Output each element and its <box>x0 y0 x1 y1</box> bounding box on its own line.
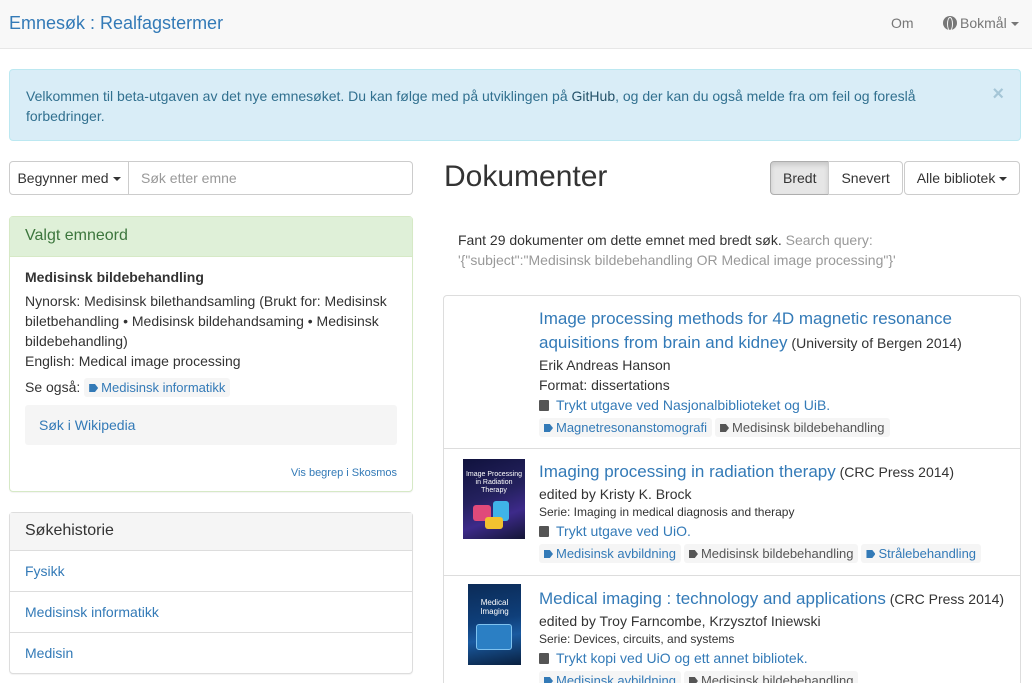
scope-button-group: Bredt Snevert Alle bibliotek <box>770 161 1021 195</box>
caret-down-icon <box>112 177 121 182</box>
subject-tag-label: Medisinsk bildebehandling <box>700 673 854 683</box>
cover-title: Image Processing in Radiation Therapy <box>465 471 523 494</box>
wikipedia-link[interactable]: Søk i Wikipedia <box>25 405 397 445</box>
language-label: Bokmål <box>960 15 1007 31</box>
document-item: Medical Imaging Medical imaging : techno… <box>444 576 1020 683</box>
document-editor: edited by Troy Farncombe, Krzysztof Inie… <box>539 613 821 629</box>
navbar: Emnesøk : Realfagstermer Om Bokmål <box>0 0 1032 49</box>
see-also-tag-label: Medisinsk informatikk <box>101 380 226 395</box>
library-label: Alle bibliotek <box>916 170 996 186</box>
subject-tag-label: Strålebehandling <box>878 546 977 561</box>
selected-term-heading: Valgt emneord <box>10 217 412 257</box>
subject-tag-label: Medisinsk avbildning <box>556 546 676 561</box>
document-author: Erik Andreas Hanson <box>539 357 671 373</box>
search-group: Begynner med <box>9 161 413 195</box>
document-tags: Medisinsk avbildning Medisinsk bildebehan… <box>539 544 1009 563</box>
history-item[interactable]: Fysikk <box>10 551 412 592</box>
search-mode-label: Begynner med <box>17 170 109 186</box>
search-history-heading: Søkehistorie <box>10 513 412 551</box>
result-count-text: Fant 29 dokumenter om dette emnet med br… <box>458 232 782 248</box>
term-name: Medisinsk bildebehandling <box>25 269 204 285</box>
document-publisher: (CRC Press 2014) <box>839 464 954 480</box>
documents-heading: Dokumenter <box>444 160 608 193</box>
availability-link[interactable]: Trykt kopi ved UiO og ett annet bibliote… <box>539 648 1009 668</box>
caret-down-icon <box>1010 22 1019 27</box>
document-series: Serie: Imaging in medical diagnosis and … <box>539 505 795 519</box>
book-icon <box>539 400 549 411</box>
availability-link[interactable]: Trykt utgave ved Nasjonalbiblioteket og … <box>539 395 1009 415</box>
document-series: Serie: Devices, circuits, and systems <box>539 632 735 646</box>
subject-tag-label: Magnetresonanstomografi <box>556 420 708 435</box>
document-format: Format: dissertations <box>539 377 670 393</box>
broad-button[interactable]: Bredt <box>770 161 830 195</box>
tag-icon <box>544 550 553 558</box>
history-item[interactable]: Medisin <box>10 633 412 674</box>
document-publisher: (CRC Press 2014) <box>889 591 1005 607</box>
subject-tag[interactable]: Medisinsk avbildning <box>539 544 681 563</box>
subject-tag-label: Medisinsk avbildning <box>556 673 676 683</box>
document-list: Image processing methods for 4D magnetic… <box>443 295 1021 683</box>
nav-about-link[interactable]: Om <box>891 15 914 31</box>
skosmos-link[interactable]: Vis begrep i Skosmos <box>291 467 397 479</box>
document-publisher: (University of Bergen 2014) <box>791 335 962 351</box>
subject-tag[interactable]: Magnetresonanstomografi <box>539 418 713 437</box>
see-also-tag[interactable]: Medisinsk informatikk <box>84 378 231 397</box>
document-tags: Medisinsk avbildning Medisinsk bildebehan… <box>539 671 1009 683</box>
subject-tag[interactable]: Strålebehandling <box>861 544 982 563</box>
book-icon <box>539 653 549 664</box>
subject-tag-label: Medisinsk bildebehandling <box>732 420 885 435</box>
search-input[interactable] <box>129 161 413 195</box>
tag-icon <box>544 424 553 432</box>
document-tags: Magnetresonanstomografi Medisinsk bildebe… <box>539 418 1009 437</box>
search-mode-dropdown[interactable]: Begynner med <box>9 161 129 195</box>
tag-icon <box>688 677 698 683</box>
document-title[interactable]: Medical imaging : technology and applica… <box>539 589 886 608</box>
brand-link[interactable]: Emnesøk : Realfagstermer <box>9 13 223 34</box>
close-icon[interactable]: × <box>992 84 1004 104</box>
book-icon <box>539 526 549 537</box>
see-also-label: Se også: <box>25 379 81 395</box>
language-dropdown[interactable]: Bokmål <box>943 15 1019 31</box>
term-nynorsk: Nynorsk: Medisinsk bilethandsamling (Bru… <box>25 293 387 349</box>
document-editor: edited by Kristy K. Brock <box>539 486 692 502</box>
search-history-panel: Søkehistorie Fysikk Medisinsk informatik… <box>9 512 413 674</box>
document-item: Image processing methods for 4D magnetic… <box>444 296 1020 449</box>
tag-icon <box>720 424 730 432</box>
subject-tag[interactable]: Medisinsk bildebehandling <box>683 544 859 563</box>
document-item: Image Processing in Radiation Therapy Im… <box>444 449 1020 576</box>
tag-icon <box>89 384 99 392</box>
globe-icon <box>943 16 957 31</box>
subject-tag[interactable]: Medisinsk bildebehandling <box>683 671 859 683</box>
subject-tag[interactable]: Medisinsk bildebehandling <box>715 418 890 437</box>
availability-text: Trykt kopi ved UiO og ett annet bibliote… <box>556 650 808 666</box>
result-summary: Fant 29 dokumenter om dette emnet med br… <box>458 230 928 270</box>
narrow-button[interactable]: Snevert <box>828 161 903 195</box>
subject-tag[interactable]: Medisinsk avbildning <box>539 671 681 683</box>
availability-text: Trykt utgave ved UiO. <box>556 523 691 539</box>
book-cover-image[interactable]: Image Processing in Radiation Therapy <box>463 459 525 539</box>
beta-alert: Velkommen til beta-utgaven av det nye em… <box>9 69 1021 141</box>
library-dropdown[interactable]: Alle bibliotek <box>903 161 1021 195</box>
tag-icon <box>866 550 876 558</box>
cover-title: Medical Imaging <box>480 598 509 616</box>
book-cover-image[interactable]: Medical Imaging <box>468 584 521 665</box>
alert-text-before: Velkommen til beta-utgaven av det nye em… <box>26 88 572 104</box>
availability-link[interactable]: Trykt utgave ved UiO. <box>539 521 1009 541</box>
see-also-row: Se også: Medisinsk informatikk <box>25 377 397 397</box>
availability-text: Trykt utgave ved Nasjonalbiblioteket og … <box>556 397 831 413</box>
subject-tag-label: Medisinsk bildebehandling <box>700 546 854 561</box>
selected-term-panel: Valgt emneord Medisinsk bildebehandling … <box>9 216 413 492</box>
history-item[interactable]: Medisinsk informatikk <box>10 592 412 633</box>
term-english: English: Medical image processing <box>25 353 241 369</box>
tag-icon <box>544 677 553 683</box>
caret-down-icon <box>999 177 1008 182</box>
tag-icon <box>688 550 698 558</box>
github-link[interactable]: GitHub <box>572 88 616 104</box>
document-title[interactable]: Imaging processing in radiation therapy <box>539 462 836 481</box>
